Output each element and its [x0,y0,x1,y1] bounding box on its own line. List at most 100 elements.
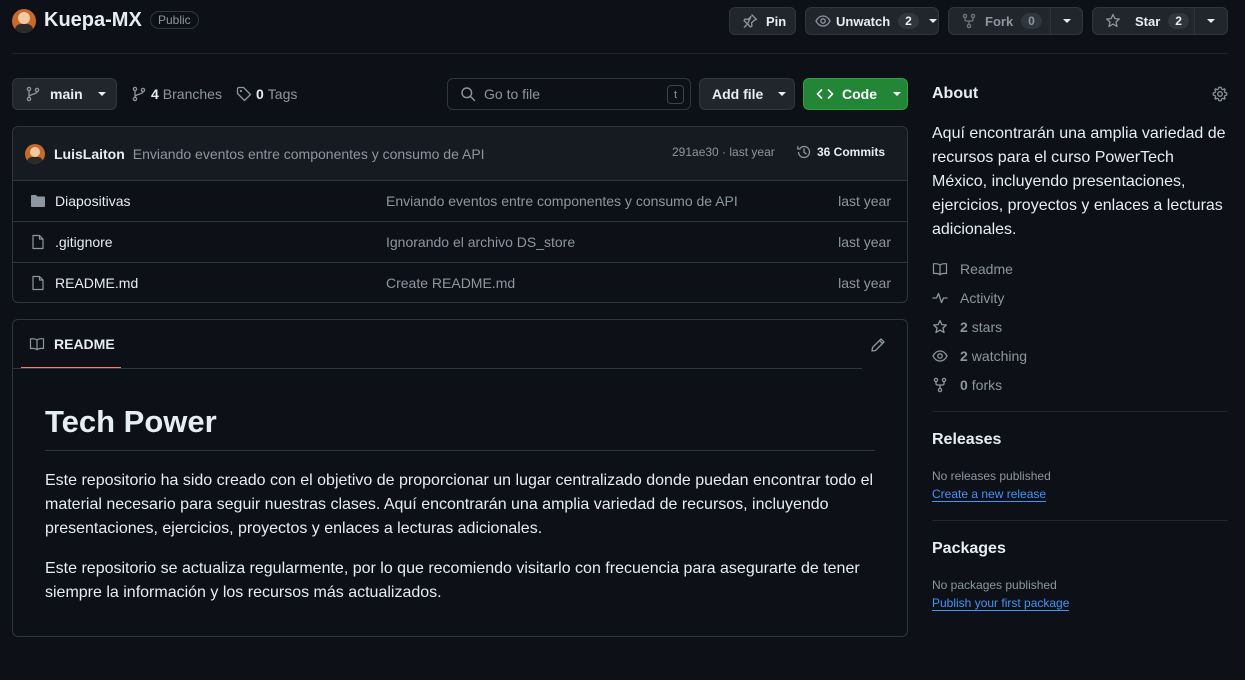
tags-link[interactable]: 0 Tags [236,86,297,102]
file-name[interactable]: Diapositivas [55,193,130,209]
readme-tab[interactable]: README [21,320,121,369]
star-label: Star [1135,13,1161,29]
create-release-link[interactable]: Create a new release [932,487,1047,502]
readme-paragraph: Este repositorio ha sido creado con el o… [45,472,874,537]
commits-link[interactable]: 36 Commits [796,144,885,160]
pulse-icon [932,292,948,304]
file-commit-message[interactable]: Ignorando el archivo DS_store [386,234,575,250]
add-file-label: Add file [712,86,764,102]
branch-select[interactable]: main [12,78,117,110]
fork-icon [962,13,976,29]
create-release-link-wrap: Create a new release [932,487,1047,502]
stars-count: 2 [960,319,968,335]
fork-button[interactable]: Fork 0 [948,7,1051,35]
repo-avatar[interactable] [12,9,36,33]
about-title: About [932,85,979,102]
chevron-down-icon [778,92,787,96]
chevron-down-icon [928,19,937,23]
file-name[interactable]: README.md [55,275,138,291]
readme-link-label: Readme [960,261,1013,277]
watch-count: 2 [898,13,919,29]
search-placeholder: Go to file [484,86,541,102]
file-row[interactable]: README.md Create README.md last year [12,262,908,303]
star-count: 2 [1168,13,1189,29]
pin-button[interactable]: Pin [729,7,796,35]
stars-link[interactable]: 2 stars [932,319,1002,335]
file-row[interactable]: Diapositivas Enviando eventos entre comp… [12,180,908,221]
readme-heading: Tech Power [45,404,217,439]
file-commit-message[interactable]: Create README.md [386,275,515,291]
eye-icon [815,15,831,27]
commit-author[interactable]: LuisLaiton [54,146,125,162]
packages-empty-text: No packages published [932,578,1057,592]
watching-link[interactable]: 2 watching [932,348,1027,364]
commit-message[interactable]: Enviando eventos entre componentes y con… [133,146,485,162]
unwatch-button[interactable]: Unwatch 2 [805,7,939,35]
code-button[interactable]: Code [803,78,908,110]
search-icon [461,87,476,102]
branches-link[interactable]: 4 Branches [131,86,222,102]
fork-label: Fork [985,13,1014,29]
sidebar-divider [932,520,1228,521]
fork-count: 0 [1021,13,1042,29]
readme-heading-rule [45,450,875,451]
pin-icon [743,14,758,28]
history-icon [797,145,811,159]
code-label: Code [842,86,877,102]
publish-package-link[interactable]: Publish your first package [932,596,1070,611]
branches-count: 4 [151,86,159,102]
readme-link[interactable]: Readme [932,261,1013,277]
readme-box: README Tech Power Este repositorio ha si… [12,319,908,637]
file-icon [32,275,44,291]
branch-icon [26,86,40,102]
readme-tab-label: README [54,335,115,352]
commit-author-avatar[interactable] [25,143,45,164]
branch-name: main [50,86,83,102]
about-description: Aquí encontrarán una amplia variedad de … [932,125,1226,238]
star-dropdown-button[interactable] [1194,7,1228,35]
commit-meta[interactable]: 291ae30 · last year [672,145,775,159]
forks-label: forks [971,377,1003,393]
tags-count: 0 [256,86,264,102]
file-row[interactable]: .gitignore Ignorando el archivo DS_store… [12,221,908,262]
repo-name[interactable]: Kuepa-MX [44,9,142,32]
watching-count: 2 [960,348,968,364]
latest-commit-bar: LuisLaiton Enviando eventos entre compon… [13,127,907,180]
header-divider [12,53,1228,54]
star-icon [933,319,947,334]
file-time: last year [838,275,891,291]
star-icon [1106,13,1120,28]
tag-icon [236,86,252,102]
branches-label: Branches [162,86,222,102]
gear-icon[interactable] [1212,86,1228,102]
go-to-file-search[interactable]: Go to file t [447,78,691,110]
fork-dropdown-button[interactable] [1050,7,1083,35]
forks-link[interactable]: 0 forks [932,377,1002,393]
visibility-badge: Public [150,11,199,29]
chevron-down-icon [97,92,106,96]
pin-label: Pin [766,13,787,29]
add-file-button[interactable]: Add file [699,78,795,110]
releases-title[interactable]: Releases [932,431,1001,449]
star-button[interactable]: Star 2 [1092,7,1195,35]
fork-icon [933,377,947,393]
activity-link[interactable]: Activity [932,290,1004,306]
tags-label: Tags [267,86,298,102]
publish-package-link-wrap: Publish your first package [932,596,1070,611]
eye-icon [932,350,948,362]
book-icon [932,263,948,276]
packages-title[interactable]: Packages [932,540,1006,558]
chevron-down-icon [893,92,901,96]
stars-label: stars [971,319,1003,335]
readme-tab-divider [13,368,862,369]
chevron-down-icon [1062,19,1071,23]
pencil-icon[interactable] [870,337,886,353]
file-commit-message[interactable]: Enviando eventos entre componentes y con… [386,193,738,209]
releases-empty-text: No releases published [932,469,1051,483]
file-time: last year [838,193,891,209]
forks-count: 0 [960,377,968,393]
file-time: last year [838,234,891,250]
book-icon [29,337,45,350]
file-name[interactable]: .gitignore [55,234,113,250]
activity-link-label: Activity [960,290,1005,306]
